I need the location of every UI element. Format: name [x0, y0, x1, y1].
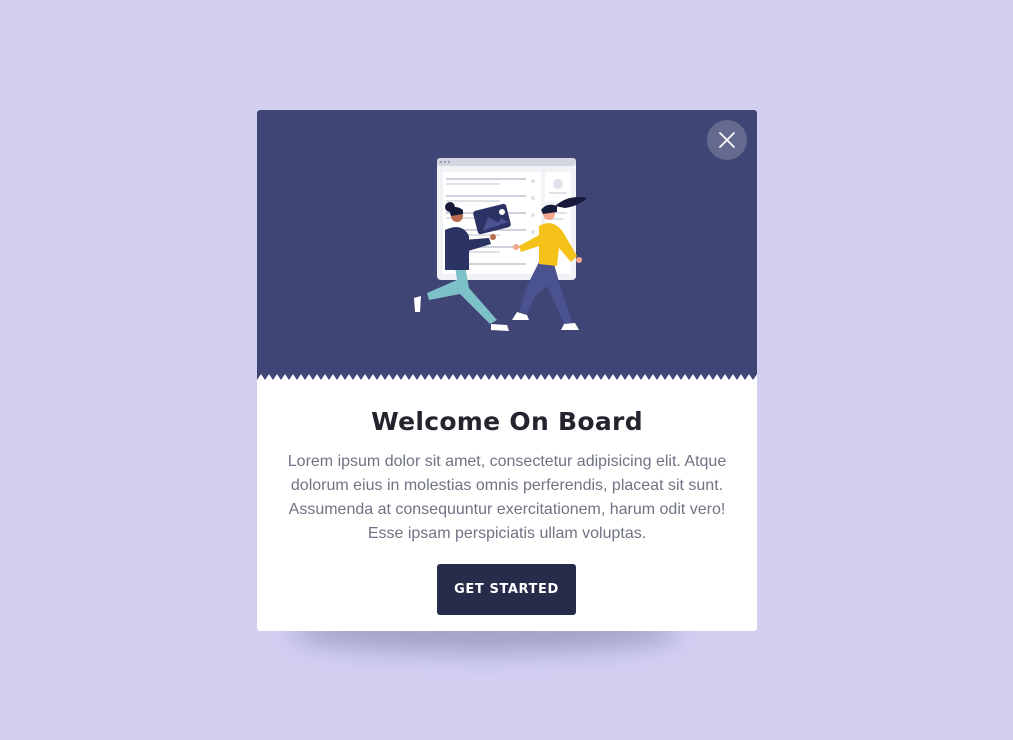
welcome-modal: Welcome On Board Lorem ipsum dolor sit a…: [257, 110, 757, 631]
zigzag-edge: [257, 374, 757, 380]
close-icon: [719, 132, 735, 148]
modal-content: Welcome On Board Lorem ipsum dolor sit a…: [257, 406, 757, 546]
page-background: Welcome On Board Lorem ipsum dolor sit a…: [0, 0, 1013, 740]
get-started-button[interactable]: GET STARTED: [437, 564, 576, 615]
modal-title: Welcome On Board: [371, 407, 643, 436]
hero-illustration: [257, 110, 757, 380]
modal-hero: [257, 110, 757, 380]
close-button[interactable]: [707, 120, 747, 160]
modal-body-text: Lorem ipsum dolor sit amet, consectetur …: [287, 453, 727, 542]
